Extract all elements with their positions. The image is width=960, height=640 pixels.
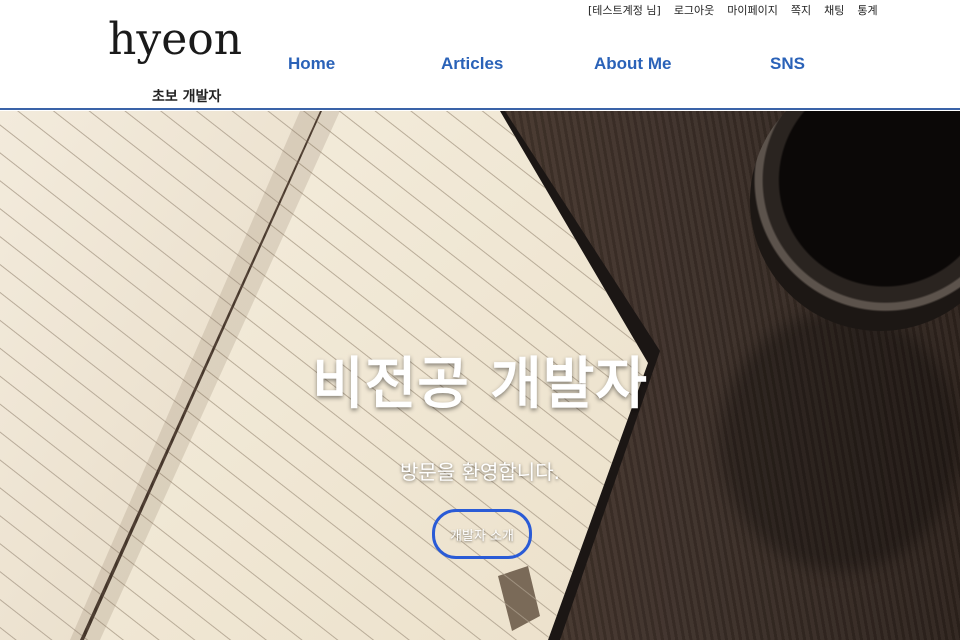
nav-sns[interactable]: SNS [770, 54, 805, 74]
site-logo[interactable]: hyeon [108, 18, 242, 62]
site-tagline: 초보 개발자 [152, 89, 222, 105]
utility-links: [테스트계정 님] 로그아웃 마이페이지 쪽지 채팅 통계 [588, 2, 878, 18]
logout-link[interactable]: 로그아웃 [674, 2, 714, 18]
developer-intro-button[interactable]: 개발자 소개 [432, 509, 532, 559]
nav-about-me[interactable]: About Me [594, 54, 671, 74]
hero-title: 비전공 개발자 [312, 352, 648, 417]
stats-link[interactable]: 통계 [857, 2, 877, 18]
hero-banner: 비전공 개발자 방문을 환영합니다. 개발자 소개 [0, 111, 960, 640]
nav-articles[interactable]: Articles [441, 54, 503, 74]
chat-link[interactable]: 채팅 [824, 2, 844, 18]
messages-link[interactable]: 쪽지 [791, 2, 811, 18]
nav-home[interactable]: Home [288, 54, 335, 74]
site-header: hyeon 초보 개발자 [테스트계정 님] 로그아웃 마이페이지 쪽지 채팅 … [0, 0, 960, 110]
user-account-label[interactable]: [테스트계정 님] [588, 2, 661, 18]
mypage-link[interactable]: 마이페이지 [727, 2, 778, 18]
hero-subtitle: 방문을 환영합니다. [400, 460, 560, 484]
